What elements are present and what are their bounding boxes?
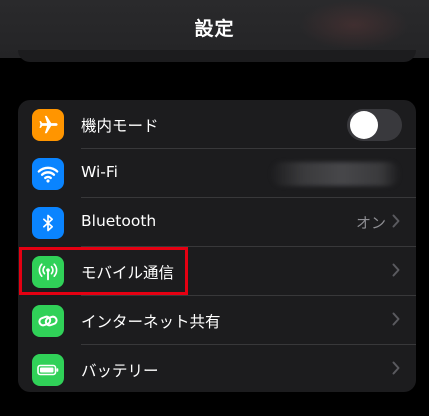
settings-row-airplane-mode[interactable]: 機内モード [18, 100, 416, 149]
chevron-right-icon [392, 263, 400, 277]
wifi-icon [32, 158, 64, 190]
chevron-right-icon [392, 312, 400, 326]
airplane-icon [32, 109, 64, 141]
settings-row-bluetooth[interactable]: Bluetooth オン [18, 198, 416, 247]
chevron-right-icon [392, 361, 400, 375]
settings-row-label: インターネット共有 [81, 313, 221, 331]
settings-row-personal-hotspot[interactable]: インターネット共有 [18, 296, 416, 345]
settings-row-battery[interactable]: バッテリー [18, 345, 416, 392]
toggle-knob [350, 111, 378, 139]
highlight-box [19, 247, 188, 295]
battery-icon [32, 354, 64, 386]
settings-row-wifi[interactable]: Wi-Fi [18, 149, 416, 198]
bluetooth-status-value: オン [355, 214, 386, 232]
settings-group: 機内モード Wi-Fi Bluetooth オン モバイル通信 インターネット共… [18, 100, 416, 392]
settings-row-label: 機内モード [81, 117, 159, 135]
settings-row-label: バッテリー [81, 362, 159, 380]
airplane-mode-toggle[interactable] [347, 109, 402, 141]
link-icon [32, 305, 64, 337]
page-title: 設定 [194, 18, 235, 40]
redacted-network-name [270, 162, 400, 186]
settings-row-label: Bluetooth [81, 212, 157, 230]
previous-group-card [18, 50, 416, 62]
bluetooth-icon [32, 207, 64, 239]
chevron-right-icon [392, 214, 400, 228]
settings-row-label: Wi-Fi [81, 163, 118, 181]
